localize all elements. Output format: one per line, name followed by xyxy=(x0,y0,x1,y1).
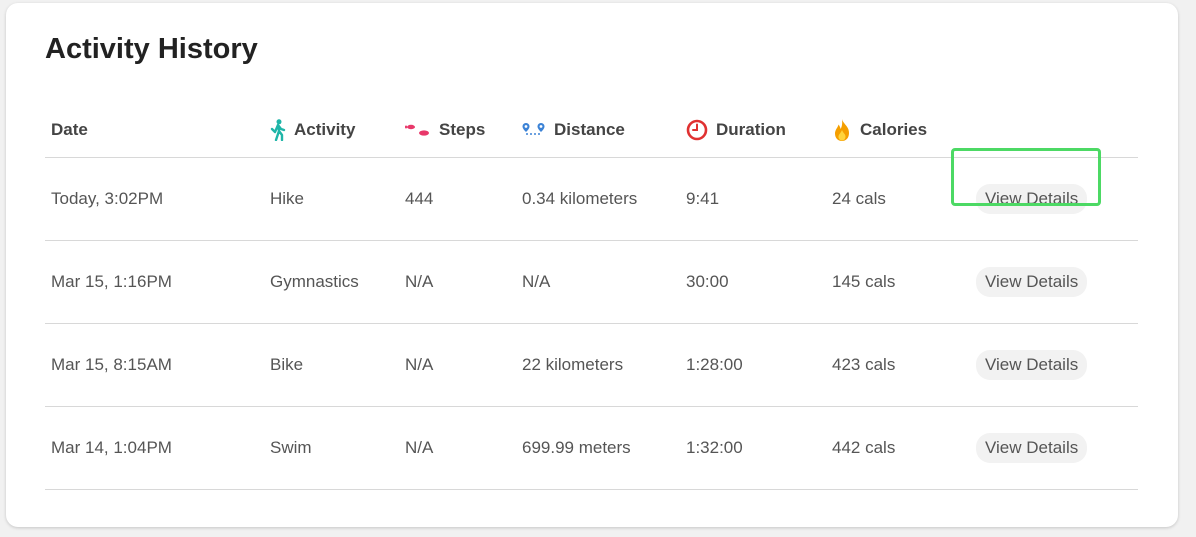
row-activity: Swim xyxy=(270,438,312,457)
header-calories-label: Calories xyxy=(860,120,928,139)
header-duration: Duration xyxy=(686,103,786,157)
fire-icon xyxy=(832,118,852,142)
row-distance: 699.99 meters xyxy=(522,438,631,457)
view-details-button[interactable]: View Details xyxy=(976,433,1088,463)
row-action: View Details xyxy=(976,158,1088,240)
header-distance-label: Distance xyxy=(554,120,625,139)
row-steps: 444 xyxy=(405,189,434,208)
view-details-button[interactable]: View Details xyxy=(976,267,1088,297)
clock-icon xyxy=(686,119,708,141)
header-steps-label: Steps xyxy=(439,120,486,139)
header-duration-label: Duration xyxy=(716,120,786,139)
row-activity: Hike xyxy=(270,189,305,208)
row-steps: N/A xyxy=(405,438,434,457)
row-duration: 1:32:00 xyxy=(686,438,743,457)
row-date: Mar 14, 1:04PM xyxy=(51,438,172,457)
row-calories: 24 cals xyxy=(832,189,886,208)
header-activity-label: Activity xyxy=(294,120,356,139)
table-row: Mar 15, 1:16PM Gymnastics N/A N/A 30:00 … xyxy=(45,241,1138,324)
row-action: View Details xyxy=(976,241,1088,323)
row-duration: 30:00 xyxy=(686,272,729,291)
row-action: View Details xyxy=(976,324,1088,406)
row-calories: 145 cals xyxy=(832,272,896,291)
row-activity: Bike xyxy=(270,355,304,374)
activity-history-card: Activity History Date Activity Steps Dis… xyxy=(6,3,1178,527)
page-title: Activity History xyxy=(45,33,258,65)
table-row: Mar 14, 1:04PM Swim N/A 699.99 meters 1:… xyxy=(45,407,1138,490)
header-steps: Steps xyxy=(405,103,485,157)
row-date: Mar 15, 1:16PM xyxy=(51,272,172,291)
row-steps: N/A xyxy=(405,355,434,374)
view-details-button[interactable]: View Details xyxy=(976,184,1088,214)
row-distance: 0.34 kilometers xyxy=(522,189,638,208)
row-distance: 22 kilometers xyxy=(522,355,624,374)
row-calories: 442 cals xyxy=(832,438,896,457)
table-row: Mar 15, 8:15AM Bike N/A 22 kilometers 1:… xyxy=(45,324,1138,407)
header-calories: Calories xyxy=(832,103,927,157)
row-duration: 1:28:00 xyxy=(686,355,743,374)
header-date: Date xyxy=(51,120,88,139)
view-details-button[interactable]: View Details xyxy=(976,350,1088,380)
route-icon xyxy=(522,122,546,138)
activity-table: Date Activity Steps Distance Duration Ca… xyxy=(45,103,1138,490)
row-action: View Details xyxy=(976,407,1088,489)
row-distance: N/A xyxy=(522,272,551,291)
row-date: Today, 3:02PM xyxy=(51,189,164,208)
header-distance: Distance xyxy=(522,103,625,157)
table-header-row: Date Activity Steps Distance Duration Ca… xyxy=(45,103,1138,158)
footprints-icon xyxy=(405,123,431,137)
person-walking-icon xyxy=(270,119,286,141)
row-calories: 423 cals xyxy=(832,355,896,374)
row-steps: N/A xyxy=(405,272,434,291)
row-activity: Gymnastics xyxy=(270,272,359,291)
row-date: Mar 15, 8:15AM xyxy=(51,355,172,374)
table-row: Today, 3:02PM Hike 444 0.34 kilometers 9… xyxy=(45,158,1138,241)
header-activity: Activity xyxy=(270,103,355,157)
row-duration: 9:41 xyxy=(686,189,720,208)
